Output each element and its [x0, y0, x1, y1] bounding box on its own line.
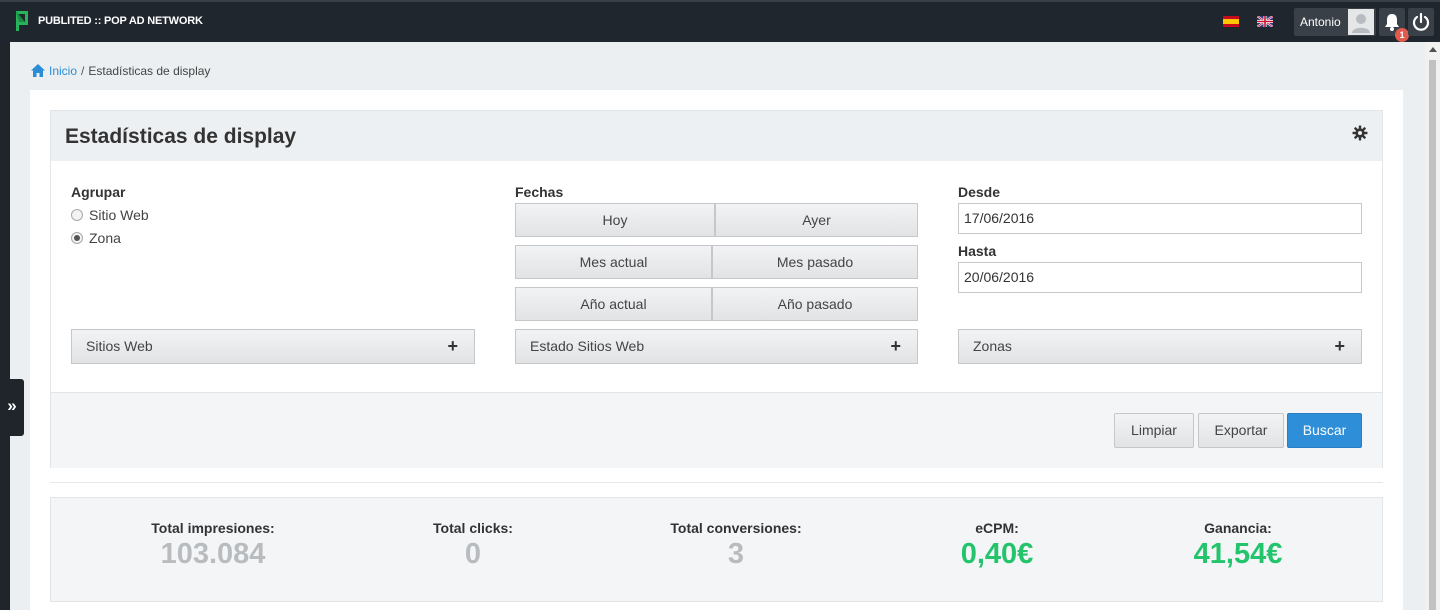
- stat-total-conversions: Total conversiones: 3: [616, 520, 856, 571]
- group-label: Agrupar: [71, 184, 126, 200]
- uk-flag-icon[interactable]: [1257, 16, 1273, 27]
- publited-logo-icon: [16, 11, 28, 31]
- radio-sitio-web-label: Sitio Web: [89, 207, 149, 223]
- breadcrumb: Inicio / Estadísticas de display: [30, 63, 210, 78]
- stat-value: 3: [727, 538, 745, 570]
- group-option-zona[interactable]: Zona: [71, 230, 121, 246]
- gear-icon[interactable]: [1352, 125, 1368, 141]
- stat-label: Total clicks:: [433, 520, 513, 536]
- top-navbar: PUBLITED :: POP AD NETWORK Antonio 1: [0, 0, 1440, 42]
- websites-filter-toggle[interactable]: Sitios Web +: [71, 329, 475, 364]
- home-icon[interactable]: [30, 63, 46, 78]
- stat-value: 0: [464, 538, 482, 570]
- from-label: Desde: [958, 184, 1001, 200]
- plus-icon: +: [1334, 336, 1345, 356]
- breadcrumb-separator: /: [81, 63, 85, 78]
- section-divider: [50, 482, 1383, 483]
- search-button[interactable]: Buscar: [1287, 413, 1362, 448]
- panel-footer: Limpiar Exportar Buscar: [51, 392, 1382, 468]
- stat-value: 0,40€: [960, 538, 1034, 570]
- stat-label: eCPM:: [975, 520, 1019, 536]
- user-name: Antonio: [1300, 15, 1341, 29]
- panel-header: Estadísticas de display: [51, 111, 1382, 161]
- sidebar-edge: [0, 42, 10, 610]
- zones-filter-label: Zonas: [973, 338, 1012, 354]
- stat-label: Total conversiones:: [670, 520, 802, 536]
- stat-value: 103.084: [160, 538, 266, 570]
- zones-filter-toggle[interactable]: Zonas +: [958, 329, 1362, 364]
- stat-label: Ganancia:: [1204, 520, 1272, 536]
- notifications-button[interactable]: 1: [1379, 8, 1409, 42]
- logout-button[interactable]: [1408, 8, 1434, 36]
- page-scrollbar[interactable]: [1425, 42, 1440, 610]
- stat-total-clicks: Total clicks: 0: [353, 520, 593, 571]
- breadcrumb-current: Estadísticas de display: [88, 63, 211, 78]
- plus-icon: +: [890, 336, 901, 356]
- export-button[interactable]: Exportar: [1198, 413, 1284, 448]
- stat-earnings: Ganancia: 41,54€: [1118, 520, 1358, 571]
- sidebar-toggle-button[interactable]: »: [0, 379, 24, 436]
- website-status-filter-toggle[interactable]: Estado Sitios Web +: [515, 329, 918, 364]
- dates-label: Fechas: [515, 184, 564, 200]
- brand[interactable]: PUBLITED :: POP AD NETWORK: [14, 10, 203, 32]
- date-current-month-button[interactable]: Mes actual: [515, 245, 712, 279]
- scroll-up-arrow-icon[interactable]: [1429, 47, 1437, 52]
- radio-zona-label: Zona: [89, 230, 121, 246]
- plus-icon: +: [447, 336, 458, 356]
- filter-panel: Estadísticas de display Agrupar Sitio We…: [50, 110, 1383, 468]
- date-last-month-button[interactable]: Mes pasado: [712, 245, 918, 279]
- date-current-year-button[interactable]: Año actual: [515, 287, 712, 321]
- date-today-button[interactable]: Hoy: [515, 203, 715, 237]
- main-content: Estadísticas de display Agrupar Sitio We…: [30, 90, 1403, 610]
- page-title: Estadísticas de display: [65, 125, 297, 148]
- stats-summary: Total impresiones: 103.084 Total clicks:…: [50, 497, 1383, 602]
- date-last-year-button[interactable]: Año pasado: [712, 287, 918, 321]
- radio-zona[interactable]: [71, 232, 83, 244]
- breadcrumb-home-link[interactable]: Inicio: [49, 64, 77, 78]
- radio-sitio-web[interactable]: [71, 209, 83, 221]
- scrollbar-thumb[interactable]: [1429, 60, 1436, 610]
- stat-total-impressions: Total impresiones: 103.084: [93, 520, 333, 571]
- to-date-input[interactable]: 20/06/2016: [958, 262, 1362, 293]
- website-status-filter-label: Estado Sitios Web: [530, 338, 645, 354]
- notification-count-badge: 1: [1395, 28, 1409, 42]
- user-menu-button[interactable]: Antonio: [1294, 8, 1376, 36]
- app-title: PUBLITED :: POP AD NETWORK: [38, 15, 203, 27]
- stat-value: 41,54€: [1193, 538, 1283, 570]
- from-date-input[interactable]: 17/06/2016: [958, 203, 1362, 234]
- stat-ecpm: eCPM: 0,40€: [877, 520, 1117, 571]
- group-option-sitio-web[interactable]: Sitio Web: [71, 207, 149, 223]
- spain-flag-icon[interactable]: [1223, 16, 1239, 27]
- date-yesterday-button[interactable]: Ayer: [715, 203, 918, 237]
- websites-filter-label: Sitios Web: [86, 338, 153, 354]
- user-avatar-icon: [1348, 9, 1374, 35]
- clear-button[interactable]: Limpiar: [1114, 413, 1194, 448]
- navbar-top-line: [0, 0, 1440, 2]
- power-icon: [1412, 12, 1430, 31]
- stat-label: Total impresiones:: [151, 520, 275, 536]
- to-label: Hasta: [958, 243, 997, 259]
